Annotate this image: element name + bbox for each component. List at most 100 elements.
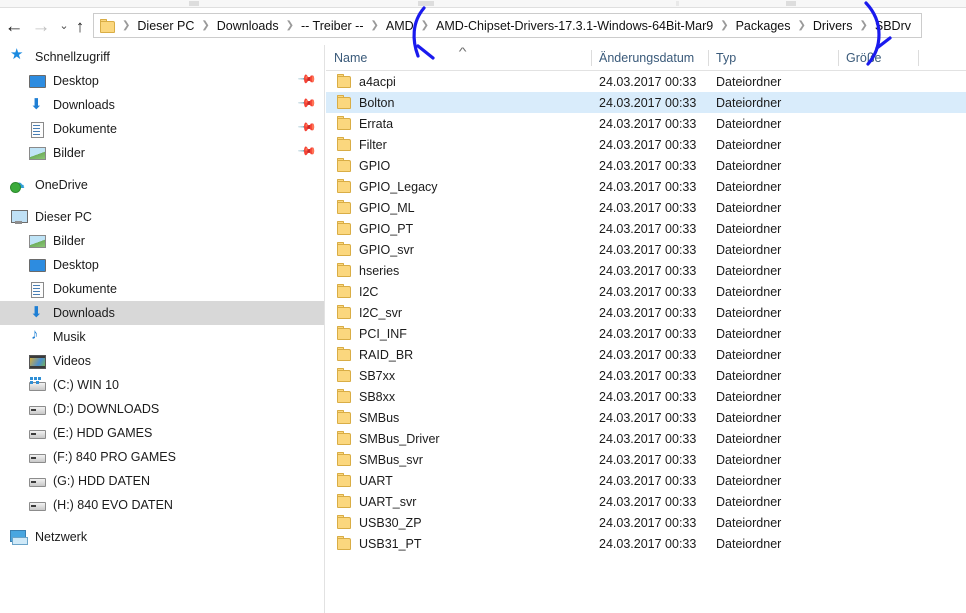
sidebar-item-schnellzugriff[interactable]: Schnellzugriff <box>0 45 324 69</box>
breadcrumb-separator[interactable]: ❯ <box>717 20 731 31</box>
column-header-name[interactable]: Name <box>326 45 599 71</box>
table-row[interactable]: UART 24.03.2017 00:33 Dateiordner <box>326 470 966 491</box>
table-row[interactable]: GPIO_PT 24.03.2017 00:33 Dateiordner <box>326 218 966 239</box>
table-row[interactable]: Errata 24.03.2017 00:33 Dateiordner <box>326 113 966 134</box>
drive-icon <box>28 425 46 441</box>
file-type: Dateiordner <box>716 95 782 110</box>
breadcrumb-item-1[interactable]: Dieser PC <box>133 17 198 35</box>
table-row[interactable]: SMBus_svr 24.03.2017 00:33 Dateiordner <box>326 449 966 470</box>
table-row[interactable]: SMBus_Driver 24.03.2017 00:33 Dateiordner <box>326 428 966 449</box>
sidebar-item-dokumente[interactable]: Dokumente 📌 <box>0 117 324 141</box>
sidebar-item-downloads[interactable]: Downloads <box>0 301 324 325</box>
folder-icon <box>337 263 353 277</box>
breadcrumb-item-8[interactable]: SBDrv <box>871 17 915 35</box>
address-bar[interactable]: ❯ Dieser PC ❯ Downloads ❯ -- Treiber -- ❯ AMD ❯ A… <box>93 13 922 38</box>
sidebar-item-dieser-pc[interactable]: Dieser PC <box>0 205 324 229</box>
folder-icon <box>100 18 117 33</box>
table-row[interactable]: I2C 24.03.2017 00:33 Dateiordner <box>326 281 966 302</box>
file-modified-date: 24.03.2017 00:33 <box>599 242 697 257</box>
pin-icon[interactable]: 📌 <box>297 141 317 161</box>
column-divider[interactable] <box>918 50 919 66</box>
breadcrumb-item-4[interactable]: AMD <box>382 17 418 35</box>
sidebar-item-f-840-pro-games[interactable]: (F:) 840 PRO GAMES <box>0 445 324 469</box>
sidebar-item-desktop[interactable]: Desktop 📌 <box>0 69 324 93</box>
sidebar-item-g-hdd-daten[interactable]: (G:) HDD DATEN <box>0 469 324 493</box>
file-name: Errata <box>359 116 394 131</box>
table-row[interactable]: RAID_BR 24.03.2017 00:33 Dateiordner <box>326 344 966 365</box>
column-divider[interactable] <box>838 50 839 66</box>
sidebar-item-dokumente[interactable]: Dokumente <box>0 277 324 301</box>
breadcrumb-item-6[interactable]: Packages <box>732 17 795 35</box>
file-modified-date: 24.03.2017 00:33 <box>599 431 697 446</box>
pin-icon[interactable]: 📌 <box>297 117 317 137</box>
drive-icon <box>28 497 46 513</box>
breadcrumb-item-7[interactable]: Drivers <box>809 17 857 35</box>
breadcrumb-separator[interactable]: ❯ <box>418 20 432 31</box>
column-header-gr-e[interactable]: Größe <box>838 45 918 71</box>
sidebar-item-h-840-evo-daten[interactable]: (H:) 840 EVO DATEN <box>0 493 324 517</box>
breadcrumb-item-5[interactable]: AMD-Chipset-Drivers-17.3.1-Windows-64Bit… <box>432 17 717 35</box>
sidebar-item-c-win-10[interactable]: (C:) WIN 10 <box>0 373 324 397</box>
breadcrumb-separator[interactable]: ❯ <box>856 20 870 31</box>
table-row[interactable]: I2C_svr 24.03.2017 00:33 Dateiordner <box>326 302 966 323</box>
sidebar-item-label: (D:) DOWNLOADS <box>53 402 160 416</box>
file-type: Dateiordner <box>716 515 782 530</box>
quick-access-icon <box>10 45 28 65</box>
sidebar-item-desktop[interactable]: Desktop <box>0 253 324 277</box>
breadcrumb-separator[interactable]: ❯ <box>119 20 133 31</box>
sidebar-item-videos[interactable]: Videos <box>0 349 324 373</box>
breadcrumb-item-2[interactable]: Downloads <box>213 17 283 35</box>
sidebar-item-musik[interactable]: Musik <box>0 325 324 349</box>
sidebar-item-d-downloads[interactable]: (D:) DOWNLOADS <box>0 397 324 421</box>
table-row[interactable]: GPIO_Legacy 24.03.2017 00:33 Dateiordner <box>326 176 966 197</box>
breadcrumb-separator[interactable]: ❯ <box>283 20 297 31</box>
column-header-label: Typ <box>716 51 737 65</box>
table-row[interactable]: SB7xx 24.03.2017 00:33 Dateiordner <box>326 365 966 386</box>
table-row[interactable]: SMBus 24.03.2017 00:33 Dateiordner <box>326 407 966 428</box>
table-row[interactable]: UART_svr 24.03.2017 00:33 Dateiordner <box>326 491 966 512</box>
navigation-pane[interactable]: SchnellzugriffDesktop📌Downloads📌Dokument… <box>0 45 325 613</box>
documents-icon <box>28 281 46 298</box>
column-header-typ[interactable]: Typ <box>708 45 838 71</box>
table-row[interactable]: GPIO_ML 24.03.2017 00:33 Dateiordner <box>326 197 966 218</box>
file-type: Dateiordner <box>716 410 782 425</box>
pin-icon[interactable]: 📌 <box>297 93 317 113</box>
column-header--nderungsdatum[interactable]: Änderungsdatum <box>591 45 708 71</box>
table-row[interactable]: Bolton 24.03.2017 00:33 Dateiordner <box>326 92 966 113</box>
table-row[interactable]: hseries 24.03.2017 00:33 Dateiordner <box>326 260 966 281</box>
back-icon[interactable]: ← <box>2 14 26 38</box>
column-divider[interactable] <box>591 50 592 66</box>
sidebar-item-netzwerk[interactable]: Netzwerk <box>0 525 324 549</box>
sidebar-item-onedrive[interactable]: OneDrive <box>0 173 324 197</box>
file-type: Dateiordner <box>716 368 782 383</box>
table-row[interactable]: USB30_ZP 24.03.2017 00:33 Dateiordner <box>326 512 966 533</box>
table-row[interactable]: a4acpi 24.03.2017 00:33 Dateiordner <box>326 71 966 92</box>
file-name: GPIO_Legacy <box>359 179 438 194</box>
file-explorer-window: ← → ⌄ ↑ ❯ Dieser PC ❯ Downloads ❯ -- Treiber … <box>0 0 966 613</box>
sidebar-item-bilder[interactable]: Bilder <box>0 229 324 253</box>
sidebar-item-bilder[interactable]: Bilder 📌 <box>0 141 324 165</box>
music-icon <box>28 326 46 345</box>
file-list-pane[interactable]: ^ Name Änderungsdatum Typ Größe a4acpi 24.03… <box>326 45 966 613</box>
sidebar-item-downloads[interactable]: Downloads 📌 <box>0 93 324 117</box>
column-divider[interactable] <box>708 50 709 66</box>
breadcrumb-separator[interactable]: ❯ <box>198 20 212 31</box>
up-icon[interactable]: ↑ <box>68 14 92 38</box>
table-row[interactable]: GPIO_svr 24.03.2017 00:33 Dateiordner <box>326 239 966 260</box>
table-row[interactable]: GPIO 24.03.2017 00:33 Dateiordner <box>326 155 966 176</box>
breadcrumb-separator[interactable]: ❯ <box>367 20 381 31</box>
sidebar-item-e-hdd-games[interactable]: (E:) HDD GAMES <box>0 421 324 445</box>
file-type: Dateiordner <box>716 179 782 194</box>
file-rows[interactable]: a4acpi 24.03.2017 00:33 Dateiordner Bolton 2… <box>326 71 966 554</box>
file-name: PCI_INF <box>359 326 407 341</box>
forward-icon[interactable]: → <box>29 14 53 38</box>
breadcrumb-item-3[interactable]: -- Treiber -- <box>297 17 368 35</box>
table-row[interactable]: USB31_PT 24.03.2017 00:33 Dateiordner <box>326 533 966 554</box>
ribbon-strip <box>0 0 966 8</box>
table-row[interactable]: Filter 24.03.2017 00:33 Dateiordner <box>326 134 966 155</box>
table-row[interactable]: SB8xx 24.03.2017 00:33 Dateiordner <box>326 386 966 407</box>
file-type: Dateiordner <box>716 473 782 488</box>
table-row[interactable]: PCI_INF 24.03.2017 00:33 Dateiordner <box>326 323 966 344</box>
breadcrumb-separator[interactable]: ❯ <box>795 20 809 31</box>
pin-icon[interactable]: 📌 <box>297 69 317 89</box>
